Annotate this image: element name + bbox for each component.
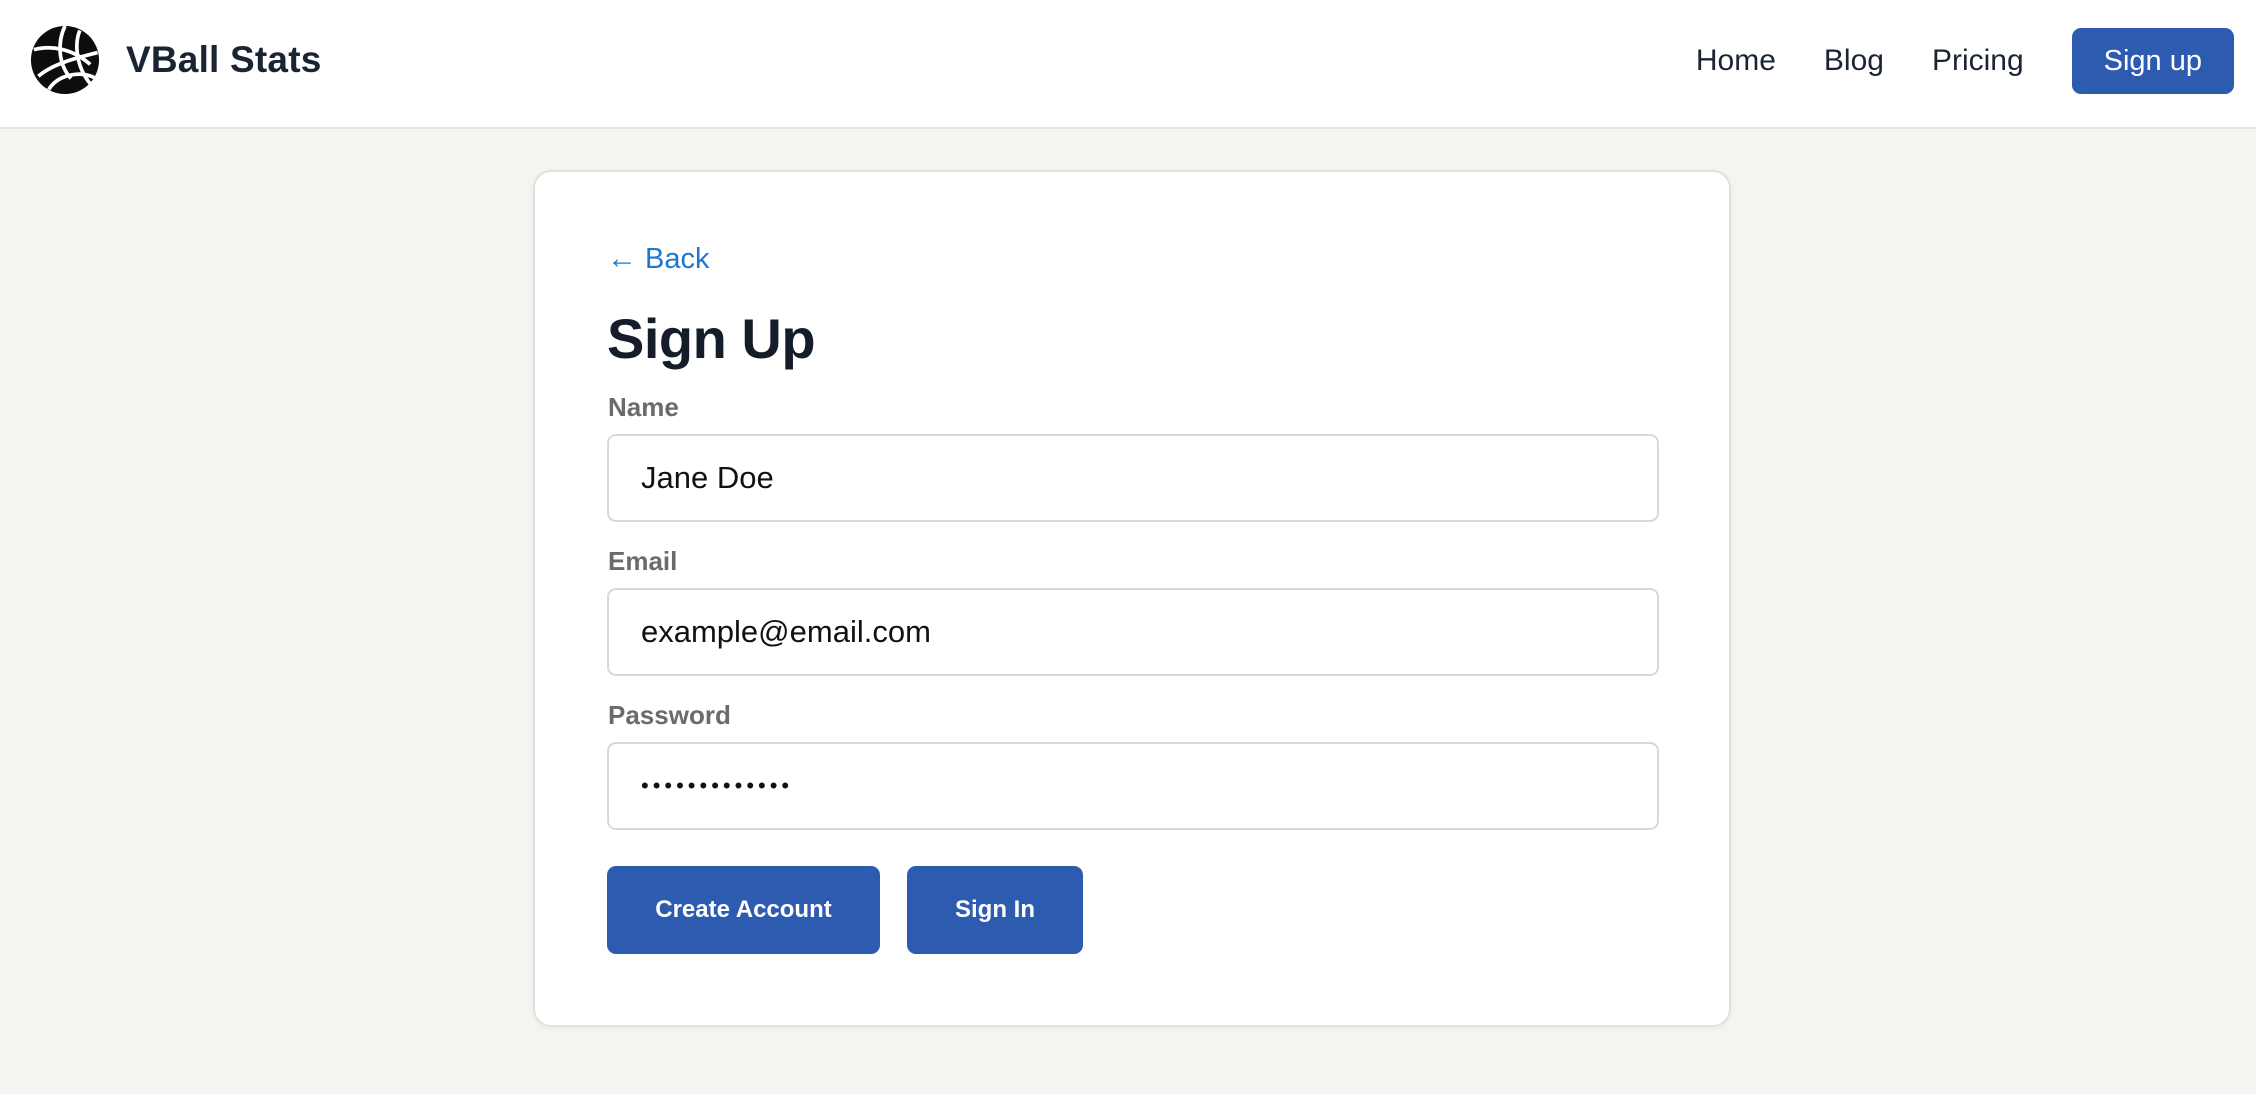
signup-card: ← Back Sign Up Name Email Password Creat… [533, 170, 1731, 1027]
nav-signup-button[interactable]: Sign up [2071, 28, 2234, 94]
password-label: Password [608, 700, 731, 730]
main-nav: Home Blog Pricing Sign up [1696, 28, 2234, 94]
page-title: Sign Up [607, 307, 816, 370]
back-link[interactable]: ← Back [607, 242, 709, 276]
email-label: Email [608, 546, 678, 576]
sign-in-button[interactable]: Sign In [907, 866, 1083, 954]
arrow-left-icon: ← [607, 242, 637, 275]
password-field[interactable] [607, 742, 1659, 830]
nav-link-blog[interactable]: Blog [1824, 44, 1884, 78]
nav-link-pricing[interactable]: Pricing [1932, 44, 2024, 78]
back-link-label: Back [645, 242, 710, 275]
brand-name: VBall Stats [126, 39, 322, 80]
brand[interactable]: VBall Stats [28, 22, 322, 98]
email-field[interactable] [607, 588, 1659, 676]
top-navbar: VBall Stats Home Blog Pricing Sign up [0, 0, 2256, 129]
volleyball-icon [30, 25, 100, 95]
nav-link-home[interactable]: Home [1696, 44, 1776, 78]
name-label: Name [608, 392, 679, 422]
name-field[interactable] [607, 434, 1659, 522]
create-account-button[interactable]: Create Account [607, 866, 880, 954]
